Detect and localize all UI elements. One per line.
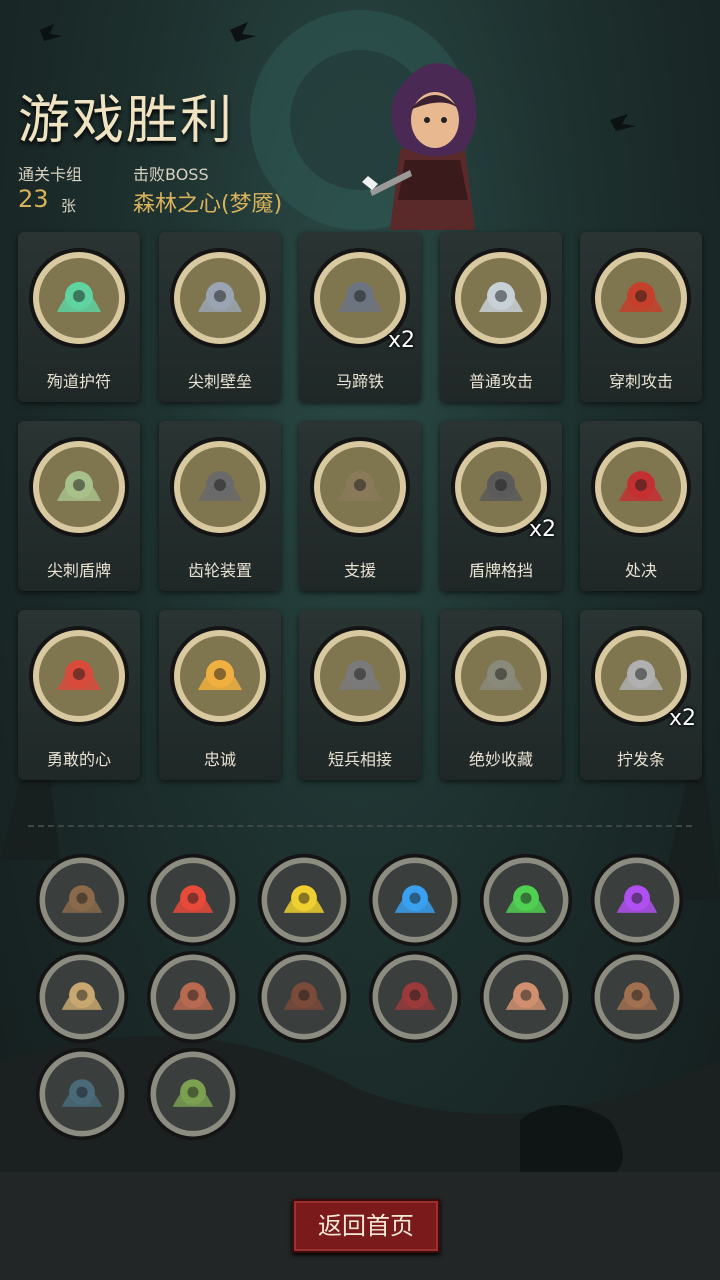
gear-device-icon — [168, 435, 272, 539]
spiked-shield-icon — [27, 435, 131, 539]
execute-icon — [589, 435, 693, 539]
card-label: 尖刺壁垒 — [187, 372, 252, 391]
brute-icon[interactable] — [145, 949, 241, 1045]
card-label: 普通攻击 — [468, 372, 533, 391]
card-label: 拧发条 — [616, 750, 665, 769]
vampire-icon[interactable] — [367, 949, 463, 1045]
hero-character-illustration — [362, 63, 477, 230]
ghost-troll-icon[interactable] — [145, 1046, 241, 1142]
card-item[interactable]: 齿轮装置 — [159, 421, 281, 591]
section-divider — [28, 825, 692, 827]
card-label: 穿刺攻击 — [608, 372, 673, 391]
card-label: 忠诚 — [203, 750, 236, 769]
card-item[interactable]: x2 拧发条 — [580, 610, 702, 780]
card-item[interactable]: 短兵相接 — [299, 610, 421, 780]
card-item[interactable]: 绝妙收藏 — [440, 610, 562, 780]
music-skull-yellow-icon[interactable] — [256, 852, 352, 948]
return-home-button[interactable]: 返回首页 — [292, 1199, 440, 1253]
card-label: 勇敢的心 — [46, 750, 111, 769]
card-label: 齿轮装置 — [187, 561, 252, 580]
deck-label: 通关卡组 — [18, 165, 83, 184]
deck-count: 23 — [18, 185, 49, 213]
music-skull-blue-icon[interactable] — [367, 852, 463, 948]
cross-icon — [168, 624, 272, 728]
card-item[interactable]: 普通攻击 — [440, 232, 562, 402]
cannon-icon[interactable] — [34, 852, 130, 948]
card-item[interactable]: 穿刺攻击 — [580, 232, 702, 402]
boss-label: 击败BOSS — [133, 165, 209, 184]
treasure-icon — [449, 624, 553, 728]
card-item[interactable]: 尖刺盾牌 — [18, 421, 140, 591]
sword-icon — [449, 246, 553, 350]
card-item[interactable]: x2 盾牌格挡 — [440, 421, 562, 591]
knight-icon — [308, 624, 412, 728]
card-count-badge: x2 — [668, 706, 696, 731]
support-icon — [308, 435, 412, 539]
card-label: 马蹄铁 — [335, 372, 384, 391]
boss-name: 森林之心(梦魇) — [133, 192, 283, 217]
card-item[interactable]: 支援 — [299, 421, 421, 591]
card-hand-icon[interactable] — [478, 949, 574, 1045]
brave-heart-icon — [27, 624, 131, 728]
page-title: 游戏胜利 — [18, 91, 235, 151]
card-item[interactable]: 尖刺壁垒 — [159, 232, 281, 402]
card-label: 盾牌格挡 — [468, 561, 533, 580]
music-skull-red-icon[interactable] — [145, 852, 241, 948]
deck-unit: 张 — [61, 197, 77, 215]
skull-amulet-icon — [27, 246, 131, 350]
boxing-ring-icon[interactable] — [34, 949, 130, 1045]
card-item[interactable]: 处决 — [580, 421, 702, 591]
card-item[interactable]: 勇敢的心 — [18, 610, 140, 780]
toy-box-icon[interactable] — [589, 949, 685, 1045]
card-label: 殉道护符 — [46, 372, 111, 391]
card-label: 绝妙收藏 — [468, 750, 533, 769]
card-item[interactable]: x2 马蹄铁 — [299, 232, 421, 402]
card-label: 短兵相接 — [327, 750, 392, 769]
card-count-badge: x2 — [528, 517, 556, 542]
dagger-icon[interactable] — [34, 1046, 130, 1142]
card-item[interactable]: 忠诚 — [159, 610, 281, 780]
card-count-badge: x2 — [387, 328, 415, 353]
holy-book-icon[interactable] — [256, 949, 352, 1045]
music-skull-green-icon[interactable] — [478, 852, 574, 948]
music-skull-purple-icon[interactable] — [589, 852, 685, 948]
card-label: 支援 — [343, 561, 376, 580]
spike-wall-icon — [168, 246, 272, 350]
card-label: 处决 — [624, 561, 657, 580]
card-label: 尖刺盾牌 — [46, 561, 111, 580]
card-item[interactable]: 殉道护符 — [18, 232, 140, 402]
spikes-icon — [589, 246, 693, 350]
